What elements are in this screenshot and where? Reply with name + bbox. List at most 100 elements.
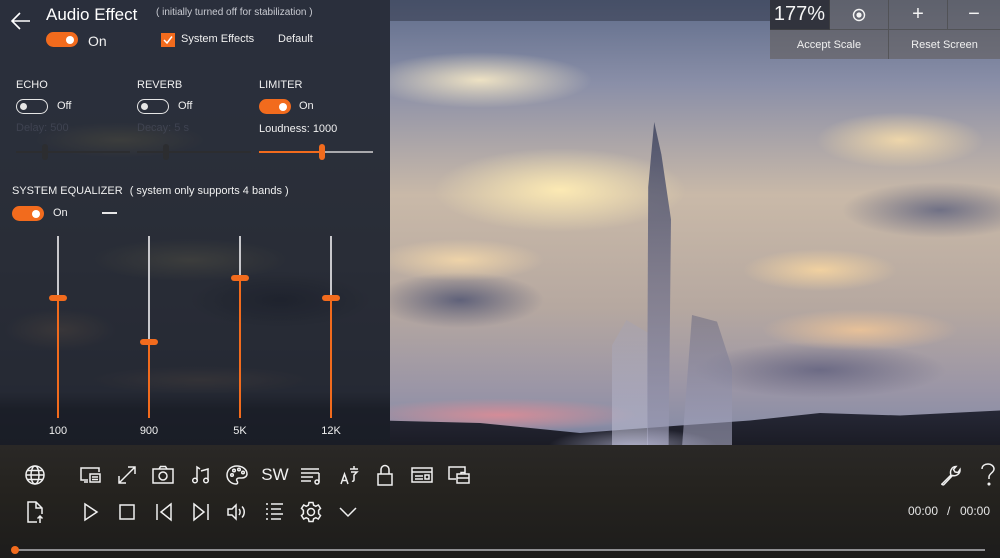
- eq-band-thumb[interactable]: [322, 295, 340, 301]
- zoom-out-button[interactable]: −: [948, 0, 1000, 30]
- lock-button[interactable]: [372, 462, 398, 488]
- equalizer-title: SYSTEM EQUALIZER: [12, 185, 123, 197]
- arrow-left-icon: [10, 12, 30, 30]
- next-icon: [193, 502, 209, 522]
- system-effects-checkbox[interactable]: [161, 33, 175, 47]
- zoom-in-button[interactable]: +: [889, 0, 948, 30]
- accept-scale-button[interactable]: Accept Scale: [770, 30, 889, 59]
- reset-screen-button[interactable]: Reset Screen: [889, 30, 1000, 59]
- color-button[interactable]: [224, 462, 250, 488]
- echo-toggle[interactable]: [16, 99, 48, 114]
- lock-icon: [377, 464, 393, 486]
- eq-band-thumb[interactable]: [140, 339, 158, 345]
- system-effects-label: System Effects: [181, 33, 255, 45]
- equalizer-toggle[interactable]: [12, 206, 44, 221]
- reverb-toggle-label: Off: [178, 100, 193, 112]
- screenshot-button[interactable]: [150, 462, 176, 488]
- equalizer-subtitle: ( system only supports 4 bands ): [129, 185, 289, 197]
- echo-title: ECHO: [16, 79, 48, 91]
- eq-band-label: 100: [48, 425, 68, 437]
- audio-effect-toggle[interactable]: [46, 32, 78, 47]
- cast-button[interactable]: [77, 462, 103, 488]
- open-file-button[interactable]: [22, 499, 48, 525]
- slider-track: [137, 151, 251, 153]
- default-button[interactable]: Default: [278, 33, 313, 45]
- sw-decoder-button[interactable]: SW: [259, 462, 291, 488]
- eq-band-label: 5K: [233, 425, 247, 437]
- reverb-title: REVERB: [137, 79, 183, 91]
- play-icon: [84, 502, 99, 522]
- back-button[interactable]: [8, 8, 34, 34]
- seek-thumb[interactable]: [11, 546, 19, 554]
- music-icon: [191, 465, 210, 484]
- globe-button[interactable]: [22, 462, 48, 488]
- panel-title: Audio Effect: [46, 5, 138, 24]
- time-separator: /: [947, 504, 951, 518]
- previous-button[interactable]: [151, 499, 177, 525]
- tools-button[interactable]: [938, 462, 964, 488]
- eq-band-track: [57, 236, 59, 298]
- eq-band-label: 900: [139, 425, 159, 437]
- fullscreen-button[interactable]: [114, 462, 140, 488]
- eq-band-fill: [148, 342, 150, 418]
- settings-icon: [300, 501, 322, 523]
- more-button[interactable]: [335, 499, 361, 525]
- limiter-toggle-label: On: [299, 100, 314, 112]
- next-button[interactable]: [188, 499, 214, 525]
- limiter-toggle[interactable]: [259, 99, 291, 114]
- subtitle-language-button[interactable]: [336, 462, 362, 488]
- seek-bar[interactable]: [11, 546, 985, 554]
- echo-toggle-label: Off: [57, 100, 72, 112]
- scale-percent: 177%: [770, 0, 830, 30]
- echo-delay-slider[interactable]: [16, 144, 130, 160]
- eq-band-slider-900[interactable]: [139, 236, 159, 418]
- eq-band-slider-100[interactable]: [48, 236, 68, 418]
- sw-decoder-label: SW: [261, 465, 289, 484]
- header-band: [390, 0, 770, 21]
- slider-thumb[interactable]: [42, 144, 48, 160]
- stop-button[interactable]: [114, 499, 140, 525]
- volume-button[interactable]: [224, 499, 250, 525]
- limiter-title: LIMITER: [259, 79, 303, 91]
- video-fountain-main: [647, 122, 671, 447]
- eq-band-fill: [330, 298, 332, 418]
- eq-band-thumb[interactable]: [231, 275, 249, 281]
- audio-effect-panel: Audio Effect ( initially turned off for …: [0, 0, 390, 445]
- equalizer-toggle-label: On: [53, 207, 68, 219]
- seek-track: [15, 549, 985, 551]
- settings-button[interactable]: [298, 499, 324, 525]
- limiter-loudness-label: Loudness: 1000: [259, 123, 338, 135]
- slider-track: [16, 151, 130, 153]
- playlist-music-icon: [301, 468, 320, 485]
- reverb-decay-slider[interactable]: [137, 144, 251, 160]
- eq-band-slider-5k[interactable]: [230, 236, 250, 418]
- reverb-toggle[interactable]: [137, 99, 169, 114]
- eq-band-label: 12K: [321, 425, 341, 437]
- radio-target-icon: [852, 8, 866, 21]
- time-total: 00:00: [960, 504, 991, 518]
- reverb-decay-label: Decay: 5 s: [137, 122, 189, 134]
- slider-track: [322, 151, 373, 153]
- eq-band-thumb[interactable]: [49, 295, 67, 301]
- music-playlist-button[interactable]: [298, 462, 324, 488]
- help-button[interactable]: [975, 462, 1000, 488]
- globe-icon: [25, 465, 45, 485]
- center-scale-button[interactable]: [830, 0, 889, 30]
- eq-band-track: [239, 236, 241, 278]
- time-current: 00:00: [908, 504, 939, 518]
- equalizer-collapse-button[interactable]: [102, 212, 117, 214]
- playlist-button[interactable]: [261, 499, 287, 525]
- slider-fill: [259, 151, 322, 153]
- play-button[interactable]: [77, 499, 103, 525]
- wrench-icon: [941, 465, 961, 486]
- picture-in-picture-button[interactable]: [446, 462, 472, 488]
- slider-thumb[interactable]: [163, 144, 169, 160]
- list-icon: [266, 503, 283, 520]
- subtitle-language-icon: [340, 466, 359, 485]
- audio-effect-toggle-label: On: [88, 33, 107, 49]
- limiter-loudness-slider[interactable]: [259, 144, 373, 160]
- eq-band-slider-12k[interactable]: [321, 236, 341, 418]
- caption-button[interactable]: [409, 462, 435, 488]
- slider-thumb[interactable]: [319, 144, 325, 160]
- audio-track-button[interactable]: [188, 462, 214, 488]
